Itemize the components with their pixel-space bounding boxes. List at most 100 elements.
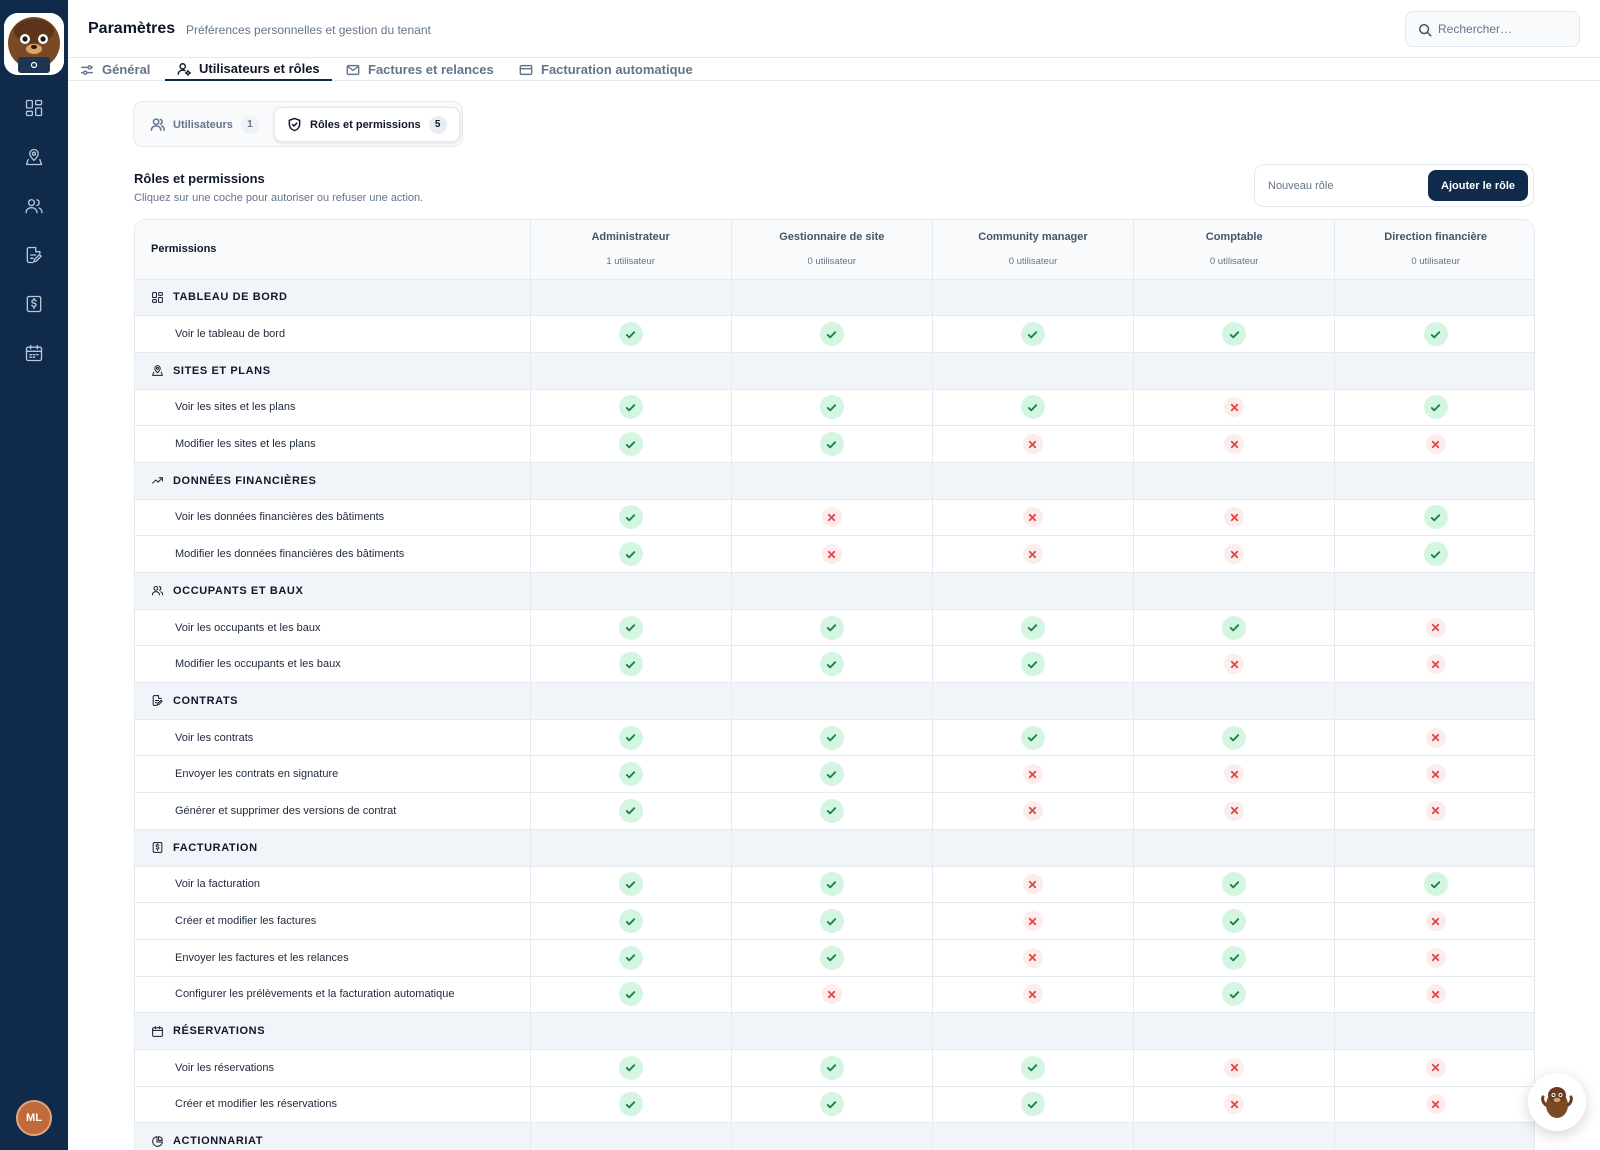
sidebar-item-reservations[interactable] xyxy=(22,341,46,365)
permission-denied-toggle[interactable] xyxy=(1022,911,1043,932)
permission-denied-toggle[interactable] xyxy=(1425,654,1446,675)
permission-granted-toggle[interactable] xyxy=(819,798,844,823)
permission-denied-toggle[interactable] xyxy=(1224,544,1245,565)
permission-granted-toggle[interactable] xyxy=(819,395,844,420)
add-role-button[interactable]: Ajouter le rôle xyxy=(1428,170,1528,201)
role-column-header[interactable]: Comptable 0 utilisateur xyxy=(1133,220,1335,280)
tab-users-roles[interactable]: Utilisateurs et rôles xyxy=(165,58,332,81)
permission-granted-toggle[interactable] xyxy=(1020,322,1045,347)
permission-granted-toggle[interactable] xyxy=(618,322,643,347)
permission-denied-toggle[interactable] xyxy=(1224,800,1245,821)
permission-granted-toggle[interactable] xyxy=(618,615,643,640)
permission-granted-toggle[interactable] xyxy=(618,982,643,1007)
search-box[interactable] xyxy=(1405,11,1580,47)
tab-auto-billing[interactable]: Facturation automatique xyxy=(519,58,693,81)
permission-denied-toggle[interactable] xyxy=(1022,874,1043,895)
permission-granted-toggle[interactable] xyxy=(1222,322,1247,347)
permission-denied-toggle[interactable] xyxy=(1022,764,1043,785)
permission-granted-toggle[interactable] xyxy=(618,945,643,970)
subtab-roles-permissions[interactable]: Rôles et permissions 5 xyxy=(274,107,460,142)
permission-granted-toggle[interactable] xyxy=(618,1092,643,1117)
permission-denied-toggle[interactable] xyxy=(821,507,842,528)
user-avatar[interactable]: ML xyxy=(16,1100,52,1136)
permission-denied-toggle[interactable] xyxy=(1425,947,1446,968)
permission-granted-toggle[interactable] xyxy=(618,652,643,677)
permission-granted-toggle[interactable] xyxy=(1423,322,1448,347)
permission-denied-toggle[interactable] xyxy=(1224,1094,1245,1115)
permission-granted-toggle[interactable] xyxy=(1423,542,1448,567)
permission-granted-toggle[interactable] xyxy=(819,725,844,750)
permission-granted-toggle[interactable] xyxy=(618,725,643,750)
permission-granted-toggle[interactable] xyxy=(819,872,844,897)
permission-denied-toggle[interactable] xyxy=(1425,1094,1446,1115)
permission-granted-toggle[interactable] xyxy=(618,872,643,897)
permission-granted-toggle[interactable] xyxy=(1222,945,1247,970)
permission-granted-toggle[interactable] xyxy=(618,909,643,934)
permission-granted-toggle[interactable] xyxy=(618,505,643,530)
permission-denied-toggle[interactable] xyxy=(1224,764,1245,785)
sidebar-item-sites[interactable] xyxy=(22,145,46,169)
permission-granted-toggle[interactable] xyxy=(1020,395,1045,420)
permission-denied-toggle[interactable] xyxy=(1022,434,1043,455)
permission-granted-toggle[interactable] xyxy=(819,1055,844,1080)
permission-denied-toggle[interactable] xyxy=(1224,1057,1245,1078)
permission-denied-toggle[interactable] xyxy=(1425,764,1446,785)
permission-granted-toggle[interactable] xyxy=(1423,505,1448,530)
permission-granted-toggle[interactable] xyxy=(1020,1055,1045,1080)
permission-denied-toggle[interactable] xyxy=(1224,434,1245,455)
permission-granted-toggle[interactable] xyxy=(819,1092,844,1117)
permission-denied-toggle[interactable] xyxy=(1022,507,1043,528)
permission-denied-toggle[interactable] xyxy=(1425,617,1446,638)
permission-denied-toggle[interactable] xyxy=(1224,397,1245,418)
permission-denied-toggle[interactable] xyxy=(1224,507,1245,528)
permission-granted-toggle[interactable] xyxy=(1222,872,1247,897)
permission-granted-toggle[interactable] xyxy=(1222,725,1247,750)
permission-granted-toggle[interactable] xyxy=(1020,615,1045,640)
permission-denied-toggle[interactable] xyxy=(1022,800,1043,821)
permission-granted-toggle[interactable] xyxy=(819,945,844,970)
role-column-header[interactable]: Direction financière 0 utilisateur xyxy=(1334,220,1534,280)
sidebar-item-dashboard[interactable] xyxy=(22,96,46,120)
role-column-header[interactable]: Community manager 0 utilisateur xyxy=(931,220,1134,280)
tab-general[interactable]: Général xyxy=(80,58,150,81)
permission-granted-toggle[interactable] xyxy=(1020,725,1045,750)
tab-invoices-reminders[interactable]: Factures et relances xyxy=(346,58,494,81)
permission-denied-toggle[interactable] xyxy=(1425,911,1446,932)
permission-granted-toggle[interactable] xyxy=(1020,652,1045,677)
search-input[interactable] xyxy=(1438,12,1574,46)
permission-granted-toggle[interactable] xyxy=(1222,982,1247,1007)
permission-granted-toggle[interactable] xyxy=(819,909,844,934)
permission-granted-toggle[interactable] xyxy=(618,432,643,457)
subtab-users[interactable]: Utilisateurs 1 xyxy=(138,107,271,142)
role-column-header[interactable]: Administrateur 1 utilisateur xyxy=(529,220,732,280)
sidebar-item-contracts[interactable] xyxy=(22,243,46,267)
permission-granted-toggle[interactable] xyxy=(1222,909,1247,934)
permission-denied-toggle[interactable] xyxy=(1022,544,1043,565)
permission-denied-toggle[interactable] xyxy=(1224,654,1245,675)
app-logo[interactable] xyxy=(4,13,64,75)
permission-denied-toggle[interactable] xyxy=(821,544,842,565)
permission-denied-toggle[interactable] xyxy=(1425,727,1446,748)
permission-granted-toggle[interactable] xyxy=(819,615,844,640)
permission-granted-toggle[interactable] xyxy=(819,322,844,347)
assistant-button[interactable] xyxy=(1528,1073,1586,1131)
new-role-input[interactable] xyxy=(1268,175,1418,197)
permission-granted-toggle[interactable] xyxy=(618,395,643,420)
permission-granted-toggle[interactable] xyxy=(618,798,643,823)
permission-granted-toggle[interactable] xyxy=(618,542,643,567)
permission-granted-toggle[interactable] xyxy=(618,1055,643,1080)
permission-granted-toggle[interactable] xyxy=(1423,872,1448,897)
permission-denied-toggle[interactable] xyxy=(1022,947,1043,968)
permission-granted-toggle[interactable] xyxy=(819,432,844,457)
permission-granted-toggle[interactable] xyxy=(1423,395,1448,420)
permission-denied-toggle[interactable] xyxy=(1022,984,1043,1005)
permission-granted-toggle[interactable] xyxy=(1020,1092,1045,1117)
permission-denied-toggle[interactable] xyxy=(1425,1057,1446,1078)
role-column-header[interactable]: Gestionnaire de site 0 utilisateur xyxy=(730,220,933,280)
sidebar-item-billing[interactable] xyxy=(22,292,46,316)
permission-granted-toggle[interactable] xyxy=(618,762,643,787)
permission-denied-toggle[interactable] xyxy=(1425,434,1446,455)
permission-granted-toggle[interactable] xyxy=(1222,615,1247,640)
permission-denied-toggle[interactable] xyxy=(821,984,842,1005)
sidebar-item-occupants[interactable] xyxy=(22,194,46,218)
